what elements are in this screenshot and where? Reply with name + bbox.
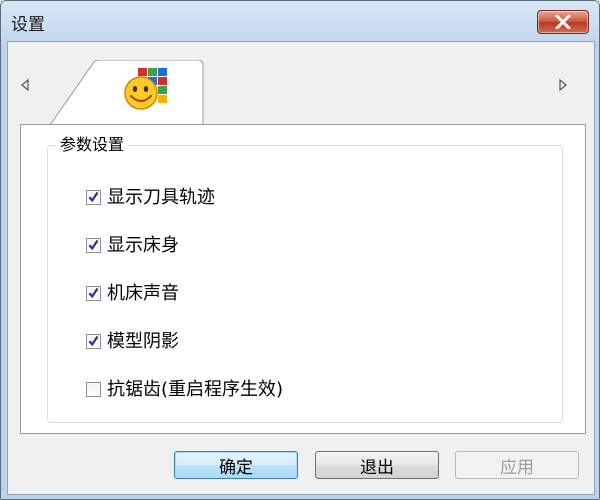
check-mark-icon	[88, 287, 99, 299]
option-label: 显示刀具轨迹	[107, 187, 215, 208]
check-mark-icon	[88, 335, 99, 347]
close-button[interactable]	[537, 10, 589, 34]
tab-strip	[8, 42, 594, 128]
apply-button[interactable]: 应用	[455, 451, 579, 479]
parameter-settings-group: 参数设置 显示刀具轨迹 显示床身 机床声音 模型阴影 抗锯齿(重启程序生效)	[47, 135, 563, 423]
smiley-settings-icon	[122, 66, 170, 116]
tab-scroll-left-icon[interactable]	[18, 78, 32, 92]
exit-button[interactable]: 退出	[315, 451, 439, 479]
option-label: 机床声音	[107, 283, 179, 304]
settings-dialog: 设置 参数设置 显示刀具轨迹 显示床身 机床声音 模型阴影 抗锯齿(重启程序生效…	[0, 0, 600, 500]
check-mark-icon	[88, 239, 99, 251]
tab-settings[interactable]	[50, 60, 205, 128]
window-title: 设置	[11, 15, 45, 35]
checkbox[interactable]	[86, 190, 101, 205]
option-label: 显示床身	[107, 235, 179, 256]
option-label: 模型阴影	[107, 331, 179, 352]
check-mark-icon	[88, 191, 99, 203]
checkbox[interactable]	[86, 382, 101, 397]
checkbox[interactable]	[86, 238, 101, 253]
dialog-client-area: 参数设置 显示刀具轨迹 显示床身 机床声音 模型阴影 抗锯齿(重启程序生效) 确…	[7, 41, 595, 495]
group-legend: 参数设置	[56, 135, 129, 155]
close-icon	[555, 15, 571, 29]
option-label: 抗锯齿(重启程序生效)	[107, 379, 284, 400]
tab-scroll-right-icon[interactable]	[556, 78, 570, 92]
ok-button[interactable]: 确定	[174, 451, 298, 479]
tab-panel: 参数设置 显示刀具轨迹 显示床身 机床声音 模型阴影 抗锯齿(重启程序生效)	[20, 124, 586, 434]
checkbox[interactable]	[86, 286, 101, 301]
title-bar[interactable]: 设置	[1, 1, 599, 41]
checkbox[interactable]	[86, 334, 101, 349]
